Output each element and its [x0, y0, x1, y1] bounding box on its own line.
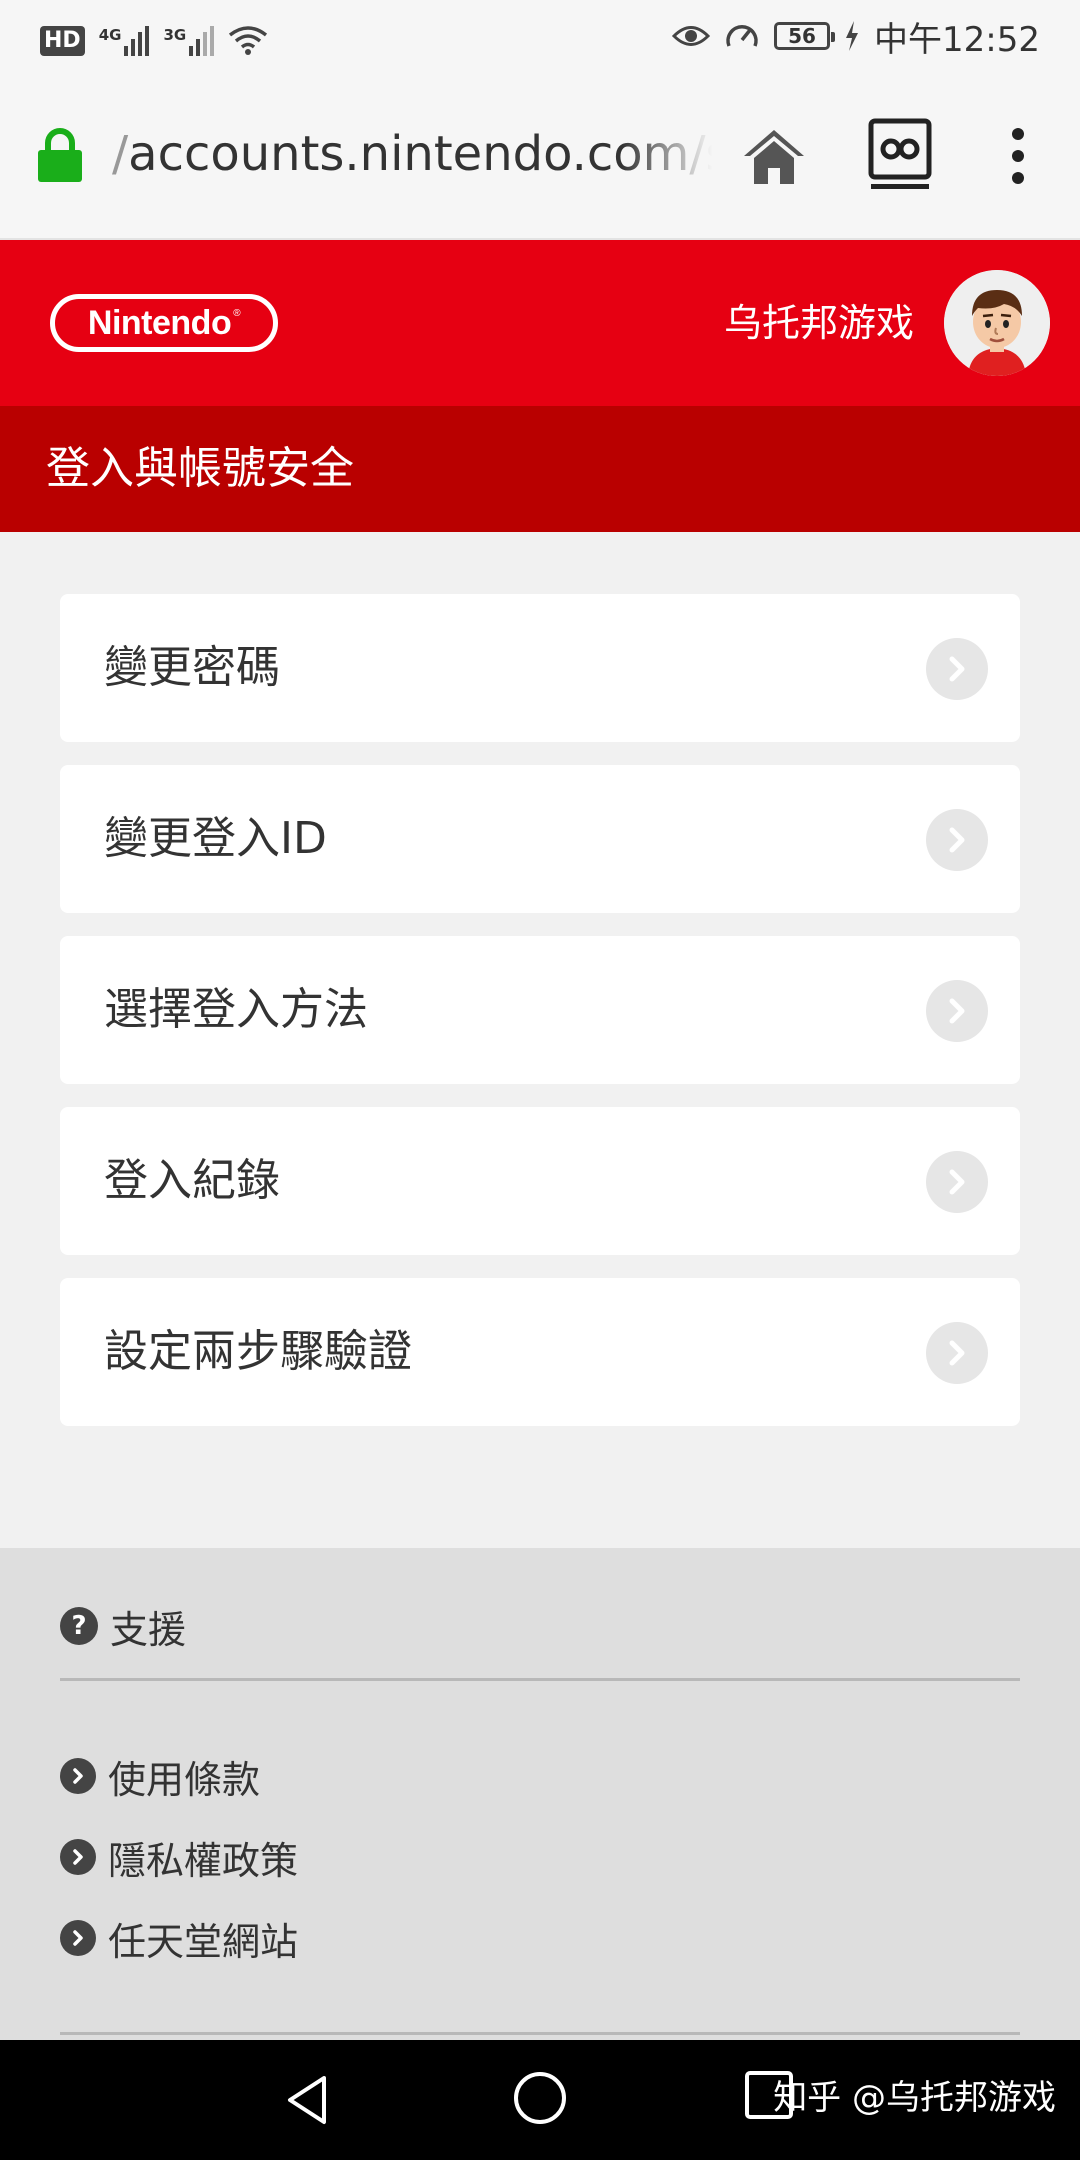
battery-indicator: 56	[774, 22, 836, 50]
lock-icon	[38, 128, 82, 182]
footer-link-nintendo-site[interactable]: 任天堂網站	[60, 1908, 298, 1968]
system-nav-bar: 知乎 @乌托邦游戏	[0, 2040, 1080, 2160]
footer-link-label: 隱私權政策	[108, 1838, 299, 1883]
logo-text: Nintendo	[87, 303, 232, 342]
footer-link-label: 任天堂網站	[108, 1919, 299, 1964]
tabs-icon[interactable]	[868, 118, 932, 190]
url-host: accounts.nintendo.com/se	[128, 126, 712, 182]
menu-item-two-step-verification[interactable]: 設定兩步驟驗證	[60, 1278, 1020, 1426]
watermark: 知乎 @乌托邦游戏	[773, 2078, 1056, 2118]
menu-item-label: 變更密碼	[104, 642, 280, 693]
wifi-icon	[229, 26, 268, 55]
status-right: 56 中午12:52	[672, 14, 1040, 60]
arrow-circle-icon	[60, 1920, 96, 1956]
speedometer-icon	[726, 25, 758, 47]
more-vert-icon[interactable]	[998, 124, 1038, 188]
chevron-right-icon	[926, 1322, 988, 1384]
support-label: 支援	[110, 1607, 187, 1652]
back-icon[interactable]	[280, 2072, 336, 2128]
url-prefix: /	[112, 126, 129, 182]
charging-bolt-icon	[846, 21, 859, 51]
home-circle-icon[interactable]	[512, 2070, 568, 2126]
eye-icon	[672, 26, 711, 46]
menu-item-label: 變更登入ID	[104, 813, 327, 864]
menu-item-label: 選擇登入方法	[104, 984, 368, 1035]
network-3g-signal: 3G	[163, 26, 215, 56]
chevron-right-icon	[926, 638, 988, 700]
menu-item-change-login-id[interactable]: 變更登入ID	[60, 765, 1020, 913]
menu-item-login-method[interactable]: 選擇登入方法	[60, 936, 1020, 1084]
menu-item-label: 設定兩步驟驗證	[104, 1326, 412, 1377]
footer-link-label: 使用條款	[108, 1757, 261, 1802]
arrow-circle-icon	[60, 1839, 96, 1875]
support-link[interactable]: ? 支援	[60, 1596, 186, 1656]
avatar[interactable]	[944, 270, 1050, 376]
status-bar: HD 4G 3G 56 中午12:52	[0, 0, 1080, 72]
chevron-right-icon	[926, 980, 988, 1042]
hd-badge: HD	[40, 26, 85, 56]
network-4g-label: 4G	[98, 26, 122, 44]
clock: 中午12:52	[874, 19, 1040, 60]
menu-item-label: 登入紀錄	[104, 1155, 280, 1206]
signal-bars-icon	[189, 26, 215, 56]
nintendo-logo[interactable]: Nintendo ®	[50, 294, 278, 352]
footer-links: 使用條款 隱私權政策 任天堂網站	[60, 1746, 298, 1989]
arrow-circle-icon	[60, 1758, 96, 1794]
status-left: HD 4G 3G	[40, 18, 268, 56]
footer-divider	[60, 1678, 1020, 1681]
signal-bars-icon	[124, 26, 150, 56]
url-field[interactable]: /accounts.nintendo.com/se	[112, 124, 712, 184]
site-header: Nintendo ® 乌托邦游戏	[0, 240, 1080, 406]
user-name[interactable]: 乌托邦游戏	[724, 292, 914, 354]
browser-toolbar: /accounts.nintendo.com/se	[0, 72, 1080, 240]
network-3g-label: 3G	[163, 26, 187, 44]
page-title: 登入與帳號安全	[0, 406, 1080, 532]
footer-link-terms[interactable]: 使用條款	[60, 1746, 298, 1806]
question-circle-icon: ?	[60, 1607, 98, 1645]
footer-link-privacy[interactable]: 隱私權政策	[60, 1827, 298, 1887]
footer: ? 支援 使用條款 隱私權政策 任天堂網站	[0, 1548, 1080, 2040]
menu-item-change-password[interactable]: 變更密碼	[60, 594, 1020, 742]
security-menu-list: 變更密碼 變更登入ID 選擇登入方法 登入紀錄 設定兩步驟驗證	[60, 594, 1020, 1449]
network-4g-signal: 4G	[99, 26, 150, 56]
home-icon[interactable]	[740, 124, 808, 188]
menu-item-login-history[interactable]: 登入紀錄	[60, 1107, 1020, 1255]
chevron-right-icon	[926, 809, 988, 871]
mii-avatar-icon	[944, 270, 1050, 376]
footer-divider	[60, 2032, 1020, 2035]
chevron-right-icon	[926, 1151, 988, 1213]
